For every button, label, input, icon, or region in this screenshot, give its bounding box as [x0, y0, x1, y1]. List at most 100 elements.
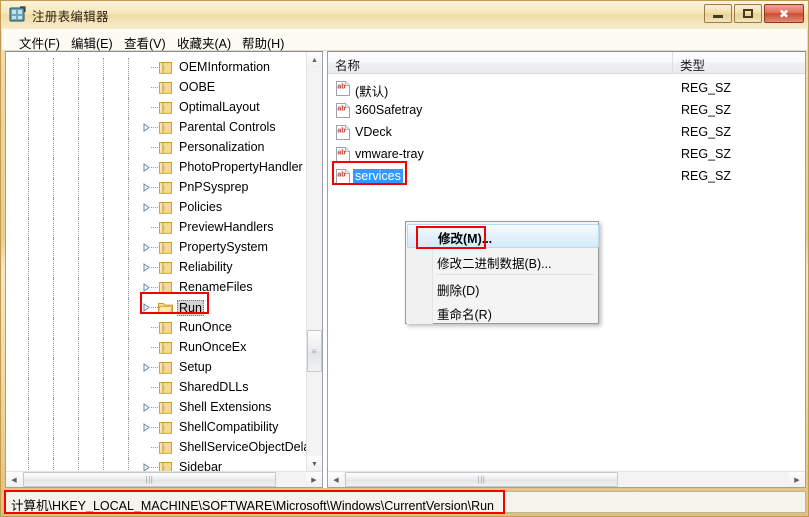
context-menu-item-modify[interactable]: 修改(M)...	[407, 224, 599, 248]
column-header-name[interactable]: 名称	[328, 52, 673, 73]
context-menu-item-modify-binary[interactable]: 修改二进制数据(B)...	[407, 249, 599, 273]
tree-item-optimallayout[interactable]: OptimalLayout	[6, 98, 308, 118]
tree-indent-guide	[128, 158, 129, 178]
tree-item-label: Parental Controls	[179, 120, 276, 134]
tree-item-shareddlls[interactable]: SharedDLLs	[6, 378, 308, 398]
expand-arrow-icon[interactable]	[142, 183, 151, 192]
value-row[interactable]: ab 360Safetray REG_SZ	[328, 100, 805, 122]
tree-item-propertysystem[interactable]: PropertySystem	[6, 238, 308, 258]
value-row[interactable]: ab (默认) REG_SZ	[328, 78, 805, 100]
tree-indent-guide	[53, 198, 54, 218]
tree-item-reliability[interactable]: Reliability	[6, 258, 308, 278]
tree-indent-guide	[28, 98, 29, 118]
tree-indent-guide	[103, 158, 104, 178]
context-menu-item-delete[interactable]: 删除(D)	[407, 276, 599, 300]
tree-item-parental-controls[interactable]: Parental Controls	[6, 118, 308, 138]
expand-arrow-icon[interactable]	[142, 403, 151, 412]
context-menu-item-rename[interactable]: 重命名(R)	[407, 300, 599, 324]
tree-indent-guide	[28, 178, 29, 198]
folder-icon	[159, 442, 172, 454]
tree-item-pnpsysprep[interactable]: PnPSysprep	[6, 178, 308, 198]
menu-view[interactable]: 查看(V)	[121, 32, 169, 53]
chevron-left-icon: ◀	[333, 476, 339, 484]
string-value-icon: ab	[336, 81, 350, 96]
tree-indent-guide	[103, 398, 104, 418]
tree-item-runonceex[interactable]: RunOnceEx	[6, 338, 308, 358]
tree-item-policies[interactable]: Policies	[6, 198, 308, 218]
tree-indent-guide	[78, 318, 79, 338]
tree-item-previewhandlers[interactable]: PreviewHandlers	[6, 218, 308, 238]
expand-arrow-icon[interactable]	[142, 163, 151, 172]
close-button[interactable]: ✖	[764, 4, 804, 23]
tree-item-photopropertyhandler[interactable]: PhotoPropertyHandler	[6, 158, 308, 178]
tree-item-label: ShellCompatibility	[179, 420, 279, 434]
minimize-button[interactable]	[704, 4, 732, 23]
tree-item-oobe[interactable]: OOBE	[6, 78, 308, 98]
tree-indent-guide	[78, 58, 79, 78]
tree-indent-guide	[128, 338, 129, 358]
menu-edit[interactable]: 编辑(E)	[68, 32, 116, 53]
value-row[interactable]: ab services REG_SZ	[328, 166, 805, 188]
tree-item-personalization[interactable]: Personalization	[6, 138, 308, 158]
tree-item-label: RunOnce	[179, 320, 232, 334]
tree-item-oeminformation[interactable]: OEMInformation	[6, 58, 308, 78]
maximize-button[interactable]	[734, 4, 762, 23]
column-header-type[interactable]: 类型	[673, 52, 805, 73]
tree-item-renamefiles[interactable]: RenameFiles	[6, 278, 308, 298]
tree-indent-guide	[103, 58, 104, 78]
value-type: REG_SZ	[681, 169, 732, 183]
tree-item-sidebar[interactable]: Sidebar	[6, 458, 308, 472]
list-scroll-right-button[interactable]: ▶	[789, 472, 805, 487]
list-horizontal-scrollbar[interactable]: ◀ ||| ▶	[328, 471, 805, 487]
expand-arrow-icon[interactable]	[142, 203, 151, 212]
expand-arrow-icon[interactable]	[142, 243, 151, 252]
tree-item-shell-extensions[interactable]: Shell Extensions	[6, 398, 308, 418]
menu-file[interactable]: 文件(F)	[16, 32, 63, 53]
tree-indent-guide	[103, 338, 104, 358]
tree-scroll-thumb[interactable]: ≡	[307, 330, 322, 372]
folder-icon	[159, 382, 172, 394]
tree-item-setup[interactable]: Setup	[6, 358, 308, 378]
expand-arrow-icon[interactable]	[142, 423, 151, 432]
registry-editor-icon	[9, 6, 26, 22]
chevron-left-icon: ◀	[11, 476, 17, 484]
expand-arrow-icon[interactable]	[142, 363, 151, 372]
tree-horizontal-scrollbar[interactable]: ◀ ||| ▶	[6, 471, 322, 487]
tree-indent-guide	[53, 218, 54, 238]
value-row[interactable]: ab vmware-tray REG_SZ	[328, 144, 805, 166]
menu-favorites[interactable]: 收藏夹(A)	[174, 32, 234, 53]
tree-indent-guide	[53, 318, 54, 338]
expand-arrow-icon[interactable]	[142, 263, 151, 272]
expand-arrow-icon[interactable]	[142, 123, 151, 132]
tree-indent-guide	[128, 118, 129, 138]
tree-item-runonce[interactable]: RunOnce	[6, 318, 308, 338]
tree-indent-guide	[53, 418, 54, 438]
folder-icon	[159, 222, 172, 234]
tree-item-shellserviceobjectdelay[interactable]: ShellServiceObjectDelay	[6, 438, 308, 458]
tree-vertical-scrollbar[interactable]: ▲ ≡ ▼	[306, 52, 322, 472]
registry-tree-pane[interactable]: OEMInformation OOBE OptimalLayout Parental …	[5, 51, 323, 488]
tree-scroll-left-button[interactable]: ◀	[6, 472, 22, 487]
string-value-icon: ab	[336, 169, 350, 184]
tree-indent-guide	[128, 278, 129, 298]
tree-indent-guide	[128, 358, 129, 378]
tree-item-run[interactable]: Run	[6, 298, 308, 318]
value-type: REG_SZ	[681, 125, 732, 139]
menu-help[interactable]: 帮助(H)	[239, 32, 287, 53]
tree-hscroll-thumb[interactable]: |||	[23, 472, 276, 487]
expand-arrow-icon[interactable]	[142, 283, 151, 292]
list-hscroll-thumb[interactable]: |||	[345, 472, 618, 487]
tree-indent-guide	[103, 258, 104, 278]
tree-item-label: Run	[177, 300, 204, 316]
value-row[interactable]: ab VDeck REG_SZ	[328, 122, 805, 144]
expand-arrow-icon[interactable]	[142, 303, 151, 312]
tree-indent-guide	[78, 338, 79, 358]
tree-scroll-right-button[interactable]: ▶	[306, 472, 322, 487]
tree-scroll-up-button[interactable]: ▲	[307, 52, 322, 68]
title-bar[interactable]: 注册表编辑器 ✖	[1, 1, 808, 29]
tree-indent-guide	[28, 118, 29, 138]
svg-text:ab: ab	[337, 106, 345, 113]
list-scroll-left-button[interactable]: ◀	[328, 472, 344, 487]
tree-item-shellcompatibility[interactable]: ShellCompatibility	[6, 418, 308, 438]
tree-scroll-down-button[interactable]: ▼	[307, 456, 322, 472]
